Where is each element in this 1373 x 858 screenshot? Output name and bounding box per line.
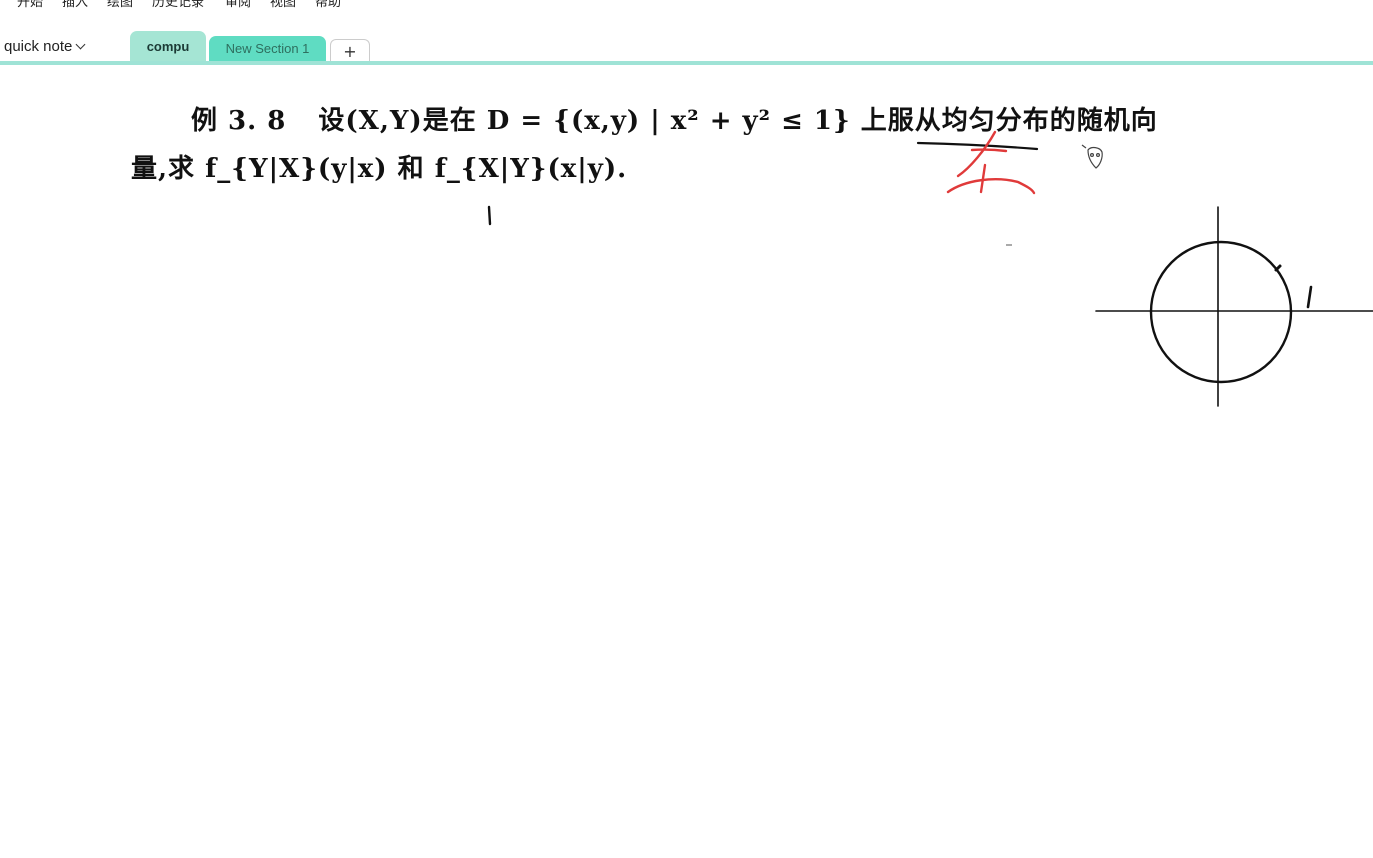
problem-label: 例 3. 8 <box>191 106 287 136</box>
notebook-picker[interactable]: quick note <box>4 36 86 56</box>
ribbon-tab-insert[interactable]: 插入 <box>62 0 88 12</box>
ribbon-tab-review[interactable]: 审阅 <box>225 0 251 12</box>
tab-bar-divider <box>0 61 1373 65</box>
pen-cursor-icon <box>1081 144 1103 169</box>
ink-unit-tick <box>1306 285 1313 309</box>
section-tab-bar: quick note compu New Section 1 + <box>0 28 1373 66</box>
ink-tick-mark[interactable] <box>487 205 492 226</box>
problem-text-line-2: 量,求 f_{Y|X}(y|x) 和 f_{X|Y}(x|y). <box>131 154 628 184</box>
ribbon-tab-draw[interactable]: 绘图 <box>107 0 133 12</box>
problem-line-1: 例 3. 8 设(X,Y)是在 D = {(x,y) | x² + y² ≤ 1}… <box>191 100 1158 137</box>
notebook-name: quick note <box>4 37 73 55</box>
problem-line-2: 量,求 f_{Y|X}(y|x) 和 f_{X|Y}(x|y). <box>131 148 627 185</box>
ribbon-menu: 开始 插入 绘图 历史记录 审阅 视图 帮助 <box>0 0 1373 22</box>
section-tab-compu[interactable]: compu <box>130 31 206 61</box>
onenote-window: 开始 插入 绘图 历史记录 审阅 视图 帮助 quick note compu … <box>0 0 1373 858</box>
add-section-button[interactable]: + <box>330 39 370 62</box>
ink-circle-diagram[interactable] <box>1095 206 1373 407</box>
ink-dot <box>1274 264 1282 272</box>
chevron-down-icon <box>75 39 86 50</box>
ribbon-tab-view[interactable]: 视图 <box>270 0 296 12</box>
ribbon-tab-home[interactable]: 开始 <box>17 0 43 12</box>
section-tab-new-section-1[interactable]: New Section 1 <box>209 36 326 61</box>
ribbon-tab-history[interactable]: 历史记录 <box>152 0 204 12</box>
ink-underline[interactable] <box>916 141 1039 151</box>
ink-red-character[interactable] <box>946 130 1036 195</box>
problem-text-line-1: 设(X,Y)是在 D = {(x,y) | x² + y² ≤ 1} 上服从均匀… <box>318 106 1158 136</box>
ribbon-tab-help[interactable]: 帮助 <box>315 0 341 12</box>
ink-unit-circle <box>1149 240 1293 384</box>
